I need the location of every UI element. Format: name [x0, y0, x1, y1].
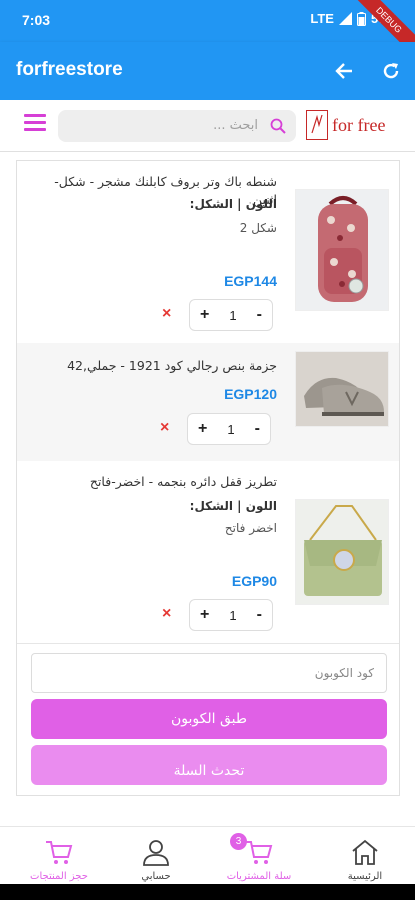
- attribute-label: اللون | الشكل:: [189, 197, 277, 211]
- app-bar: forfreestore: [0, 42, 415, 100]
- network-label: LTE: [310, 11, 334, 26]
- arrow-back-icon: [335, 63, 352, 79]
- product-title[interactable]: تطريز قفل دائره بنجمه - اخضر-فاتح: [37, 473, 277, 491]
- product-price: EGP120: [224, 386, 277, 402]
- battery-icon: [356, 11, 366, 26]
- cart-count-badge: 3: [230, 833, 247, 850]
- quantity-stepper: + 1 -: [189, 599, 273, 631]
- quantity-stepper: + 1 -: [187, 413, 271, 445]
- signal-icon: [338, 12, 352, 25]
- status-time: 7:03: [22, 12, 51, 28]
- nav-label: حجز المنتجات: [30, 871, 88, 882]
- coupon-input[interactable]: كود الكوبون: [31, 653, 387, 693]
- decrease-button[interactable]: -: [255, 420, 260, 438]
- nav-item-account[interactable]: حسابي: [111, 833, 201, 883]
- nav-label: حسابي: [141, 871, 171, 882]
- update-cart-button[interactable]: تحدث السلة: [31, 745, 387, 785]
- menu-icon[interactable]: [24, 114, 46, 132]
- cart-icon: [46, 841, 73, 864]
- system-gesture-bar: [0, 884, 415, 900]
- cart-item: جزمة بنص رجالي كود 1921 - جملي,42 EGP120…: [17, 343, 399, 461]
- product-title[interactable]: جزمة بنص رجالي كود 1921 - جملي,42: [37, 357, 277, 375]
- remove-item-button[interactable]: ×: [160, 419, 169, 437]
- quantity-stepper: + 1 -: [189, 299, 273, 331]
- home-icon: [352, 839, 378, 865]
- increase-button[interactable]: +: [198, 420, 207, 438]
- increase-button[interactable]: +: [200, 306, 209, 324]
- search-icon[interactable]: [270, 118, 286, 134]
- search-input[interactable]: ابحث ...: [58, 110, 296, 142]
- apply-coupon-button[interactable]: طبق الكوبون: [31, 699, 387, 739]
- cart-item: تطريز قفل دائره بنجمه - اخضر-فاتح اللون …: [17, 461, 399, 641]
- refresh-icon: [383, 63, 399, 79]
- product-price: EGP144: [224, 273, 277, 289]
- quantity-value: 1: [229, 607, 237, 623]
- increase-button[interactable]: +: [200, 606, 209, 624]
- attribute-value: اخضر فاتح: [224, 521, 277, 535]
- attribute-label: اللون | الشكل:: [189, 499, 277, 513]
- user-icon: [143, 840, 169, 866]
- decrease-button[interactable]: -: [257, 306, 262, 324]
- bottom-navigation: حجز المنتجات حسابي 3 سلة المشتريات الرئي…: [0, 826, 415, 884]
- nav-label: الرئيسية: [347, 871, 383, 882]
- remove-item-button[interactable]: ×: [162, 305, 171, 323]
- back-button[interactable]: [330, 57, 358, 85]
- product-image-shoes[interactable]: [295, 351, 389, 427]
- app-title: forfreestore: [16, 59, 123, 80]
- decrease-button[interactable]: -: [257, 606, 262, 624]
- coupon-placeholder: كود الكوبون: [314, 666, 374, 680]
- store-logo[interactable]: for free: [306, 108, 406, 142]
- nav-item-products[interactable]: حجز المنتجات: [14, 833, 104, 883]
- product-price: EGP90: [231, 573, 277, 589]
- cart-icon: [246, 841, 273, 864]
- product-image-bag[interactable]: [295, 499, 389, 605]
- nav-label: سلة المشتريات: [226, 871, 292, 882]
- remove-item-button[interactable]: ×: [162, 605, 171, 623]
- quantity-value: 1: [229, 307, 237, 323]
- logo-text: for free: [332, 114, 386, 135]
- search-placeholder: ابحث ...: [213, 118, 258, 133]
- divider: [17, 643, 399, 644]
- quantity-value: 1: [227, 421, 235, 437]
- cart-item: شنطه باك وتر بروف كابلنك مشجر - شكل-اثني…: [17, 161, 399, 343]
- nav-item-home[interactable]: الرئيسية: [320, 833, 410, 883]
- refresh-button[interactable]: [377, 57, 405, 85]
- nav-item-cart[interactable]: 3 سلة المشتريات: [214, 833, 304, 883]
- search-row: ابحث ... for free: [0, 100, 415, 152]
- cart-list: شنطه باك وتر بروف كابلنك مشجر - شكل-اثني…: [16, 160, 400, 796]
- attribute-value: شكل 2: [239, 221, 277, 235]
- status-bar: 7:03 LTE 57% DEBUG: [0, 0, 415, 69]
- logo-mark: [306, 110, 328, 140]
- product-image-backpack[interactable]: [295, 189, 389, 311]
